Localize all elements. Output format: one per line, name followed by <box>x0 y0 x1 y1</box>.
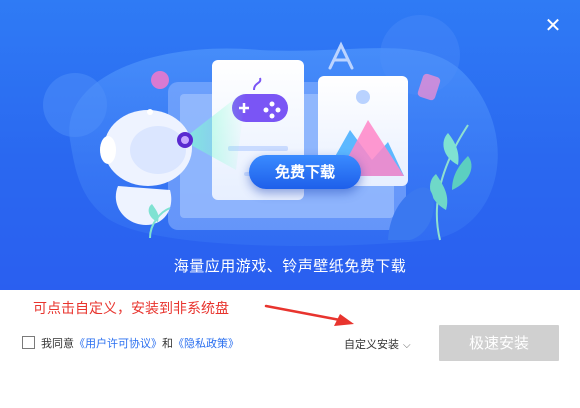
license-agreement-link[interactable]: 《用户许可协议》 <box>74 337 162 350</box>
privacy-policy-link[interactable]: 《隐私政策》 <box>173 337 239 350</box>
hero-illustration <box>43 15 498 246</box>
agreement-text: 我同意《用户许可协议》和《隐私政策》 <box>41 335 239 351</box>
footer-bar: 我同意《用户许可协议》和《隐私政策》 自定义安装 ⌵ 极速安装 <box>0 325 580 365</box>
custom-install-dropdown[interactable]: 自定义安装 ⌵ <box>344 336 411 352</box>
close-button[interactable]: ✕ <box>542 14 564 36</box>
hero-banner: ✕ 免费下载 海量应用游戏、铃声壁纸免费下载 <box>0 0 580 290</box>
banner-tagline: 海量应用游戏、铃声壁纸免费下载 <box>173 257 407 275</box>
free-download-badge: 免费下载 <box>249 155 361 189</box>
chevron-down-icon: ⌵ <box>403 340 411 351</box>
annotation-hint: 可点击自定义，安装到非系统盘 <box>33 301 229 317</box>
custom-install-label: 自定义安装 <box>344 338 399 351</box>
agree-checkbox[interactable] <box>22 336 35 349</box>
agree-and: 和 <box>162 337 173 350</box>
fast-install-button[interactable]: 极速安装 <box>439 325 559 361</box>
agree-prefix: 我同意 <box>41 337 74 350</box>
